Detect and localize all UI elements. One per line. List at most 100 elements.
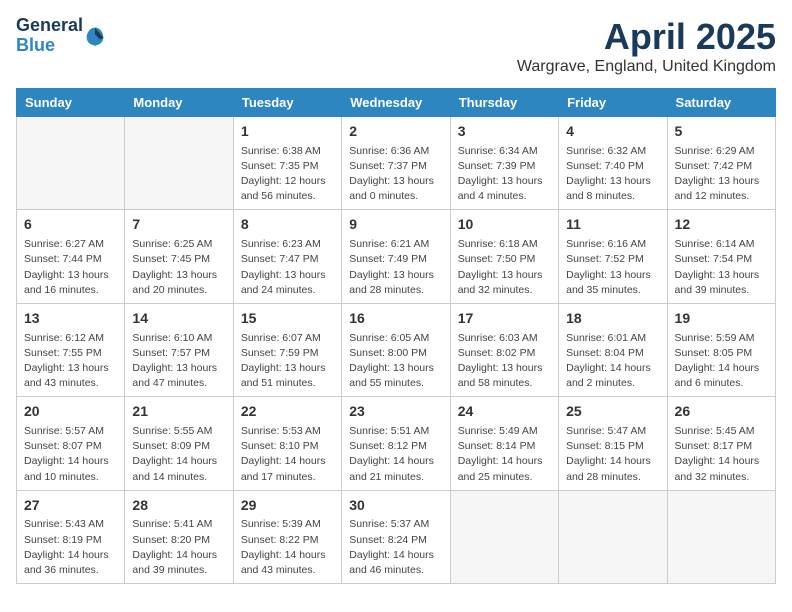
weekday-header-monday: Monday <box>125 89 233 117</box>
calendar-cell: 14Sunrise: 6:10 AMSunset: 7:57 PMDayligh… <box>125 303 233 396</box>
calendar-cell: 4Sunrise: 6:32 AMSunset: 7:40 PMDaylight… <box>559 117 667 210</box>
calendar-week-3: 13Sunrise: 6:12 AMSunset: 7:55 PMDayligh… <box>17 303 776 396</box>
day-number: 2 <box>349 122 442 142</box>
day-info: Sunrise: 6:21 AMSunset: 7:49 PMDaylight:… <box>349 237 442 298</box>
day-info: Sunrise: 6:12 AMSunset: 7:55 PMDaylight:… <box>24 331 117 392</box>
day-number: 9 <box>349 215 442 235</box>
day-info: Sunrise: 6:01 AMSunset: 8:04 PMDaylight:… <box>566 331 659 392</box>
day-info: Sunrise: 6:07 AMSunset: 7:59 PMDaylight:… <box>241 331 334 392</box>
day-number: 8 <box>241 215 334 235</box>
calendar-cell: 15Sunrise: 6:07 AMSunset: 7:59 PMDayligh… <box>233 303 341 396</box>
day-number: 20 <box>24 402 117 422</box>
day-number: 3 <box>458 122 551 142</box>
day-info: Sunrise: 5:59 AMSunset: 8:05 PMDaylight:… <box>675 331 768 392</box>
day-info: Sunrise: 5:45 AMSunset: 8:17 PMDaylight:… <box>675 424 768 485</box>
day-info: Sunrise: 6:25 AMSunset: 7:45 PMDaylight:… <box>132 237 225 298</box>
day-number: 25 <box>566 402 659 422</box>
calendar-cell: 22Sunrise: 5:53 AMSunset: 8:10 PMDayligh… <box>233 397 341 490</box>
calendar-cell <box>667 490 775 583</box>
calendar-cell: 8Sunrise: 6:23 AMSunset: 7:47 PMDaylight… <box>233 210 341 303</box>
calendar-cell: 7Sunrise: 6:25 AMSunset: 7:45 PMDaylight… <box>125 210 233 303</box>
day-number: 13 <box>24 309 117 329</box>
calendar-cell: 21Sunrise: 5:55 AMSunset: 8:09 PMDayligh… <box>125 397 233 490</box>
weekday-header-row: SundayMondayTuesdayWednesdayThursdayFrid… <box>17 89 776 117</box>
calendar-cell: 20Sunrise: 5:57 AMSunset: 8:07 PMDayligh… <box>17 397 125 490</box>
day-number: 19 <box>675 309 768 329</box>
day-number: 1 <box>241 122 334 142</box>
day-info: Sunrise: 6:27 AMSunset: 7:44 PMDaylight:… <box>24 237 117 298</box>
day-info: Sunrise: 6:05 AMSunset: 8:00 PMDaylight:… <box>349 331 442 392</box>
day-info: Sunrise: 5:49 AMSunset: 8:14 PMDaylight:… <box>458 424 551 485</box>
day-info: Sunrise: 6:14 AMSunset: 7:54 PMDaylight:… <box>675 237 768 298</box>
day-info: Sunrise: 6:29 AMSunset: 7:42 PMDaylight:… <box>675 144 768 205</box>
calendar-week-4: 20Sunrise: 5:57 AMSunset: 8:07 PMDayligh… <box>17 397 776 490</box>
day-info: Sunrise: 5:55 AMSunset: 8:09 PMDaylight:… <box>132 424 225 485</box>
day-number: 26 <box>675 402 768 422</box>
calendar-cell: 17Sunrise: 6:03 AMSunset: 8:02 PMDayligh… <box>450 303 558 396</box>
day-info: Sunrise: 6:38 AMSunset: 7:35 PMDaylight:… <box>241 144 334 205</box>
day-number: 17 <box>458 309 551 329</box>
day-info: Sunrise: 5:57 AMSunset: 8:07 PMDaylight:… <box>24 424 117 485</box>
day-number: 28 <box>132 496 225 516</box>
day-number: 27 <box>24 496 117 516</box>
day-info: Sunrise: 6:34 AMSunset: 7:39 PMDaylight:… <box>458 144 551 205</box>
day-info: Sunrise: 6:10 AMSunset: 7:57 PMDaylight:… <box>132 331 225 392</box>
logo: General Blue <box>16 16 105 56</box>
day-number: 23 <box>349 402 442 422</box>
weekday-header-thursday: Thursday <box>450 89 558 117</box>
weekday-header-tuesday: Tuesday <box>233 89 341 117</box>
day-number: 24 <box>458 402 551 422</box>
calendar-cell: 19Sunrise: 5:59 AMSunset: 8:05 PMDayligh… <box>667 303 775 396</box>
day-info: Sunrise: 5:43 AMSunset: 8:19 PMDaylight:… <box>24 517 117 578</box>
day-number: 10 <box>458 215 551 235</box>
day-info: Sunrise: 5:41 AMSunset: 8:20 PMDaylight:… <box>132 517 225 578</box>
day-number: 15 <box>241 309 334 329</box>
calendar-cell: 29Sunrise: 5:39 AMSunset: 8:22 PMDayligh… <box>233 490 341 583</box>
weekday-header-saturday: Saturday <box>667 89 775 117</box>
calendar-cell: 25Sunrise: 5:47 AMSunset: 8:15 PMDayligh… <box>559 397 667 490</box>
calendar-cell: 27Sunrise: 5:43 AMSunset: 8:19 PMDayligh… <box>17 490 125 583</box>
day-number: 14 <box>132 309 225 329</box>
calendar-cell: 1Sunrise: 6:38 AMSunset: 7:35 PMDaylight… <box>233 117 341 210</box>
calendar-cell <box>17 117 125 210</box>
month-title: April 2025 <box>517 16 776 58</box>
calendar-week-5: 27Sunrise: 5:43 AMSunset: 8:19 PMDayligh… <box>17 490 776 583</box>
calendar-cell: 13Sunrise: 6:12 AMSunset: 7:55 PMDayligh… <box>17 303 125 396</box>
day-number: 30 <box>349 496 442 516</box>
calendar-cell: 12Sunrise: 6:14 AMSunset: 7:54 PMDayligh… <box>667 210 775 303</box>
logo-general: General <box>16 16 83 36</box>
day-info: Sunrise: 5:37 AMSunset: 8:24 PMDaylight:… <box>349 517 442 578</box>
weekday-header-wednesday: Wednesday <box>342 89 450 117</box>
calendar-cell: 28Sunrise: 5:41 AMSunset: 8:20 PMDayligh… <box>125 490 233 583</box>
calendar-cell: 23Sunrise: 5:51 AMSunset: 8:12 PMDayligh… <box>342 397 450 490</box>
calendar-cell: 16Sunrise: 6:05 AMSunset: 8:00 PMDayligh… <box>342 303 450 396</box>
weekday-header-friday: Friday <box>559 89 667 117</box>
calendar-cell: 24Sunrise: 5:49 AMSunset: 8:14 PMDayligh… <box>450 397 558 490</box>
calendar-cell: 3Sunrise: 6:34 AMSunset: 7:39 PMDaylight… <box>450 117 558 210</box>
title-area: April 2025 Wargrave, England, United Kin… <box>517 16 776 76</box>
calendar-cell: 2Sunrise: 6:36 AMSunset: 7:37 PMDaylight… <box>342 117 450 210</box>
day-info: Sunrise: 6:23 AMSunset: 7:47 PMDaylight:… <box>241 237 334 298</box>
day-number: 5 <box>675 122 768 142</box>
day-info: Sunrise: 5:51 AMSunset: 8:12 PMDaylight:… <box>349 424 442 485</box>
day-info: Sunrise: 6:18 AMSunset: 7:50 PMDaylight:… <box>458 237 551 298</box>
day-number: 21 <box>132 402 225 422</box>
day-info: Sunrise: 6:36 AMSunset: 7:37 PMDaylight:… <box>349 144 442 205</box>
day-info: Sunrise: 5:39 AMSunset: 8:22 PMDaylight:… <box>241 517 334 578</box>
day-number: 29 <box>241 496 334 516</box>
day-info: Sunrise: 5:47 AMSunset: 8:15 PMDaylight:… <box>566 424 659 485</box>
logo-icon <box>85 26 105 46</box>
weekday-header-sunday: Sunday <box>17 89 125 117</box>
calendar-cell: 5Sunrise: 6:29 AMSunset: 7:42 PMDaylight… <box>667 117 775 210</box>
calendar-cell: 11Sunrise: 6:16 AMSunset: 7:52 PMDayligh… <box>559 210 667 303</box>
location-title: Wargrave, England, United Kingdom <box>517 58 776 76</box>
calendar-cell: 10Sunrise: 6:18 AMSunset: 7:50 PMDayligh… <box>450 210 558 303</box>
calendar-week-1: 1Sunrise: 6:38 AMSunset: 7:35 PMDaylight… <box>17 117 776 210</box>
day-number: 7 <box>132 215 225 235</box>
calendar-week-2: 6Sunrise: 6:27 AMSunset: 7:44 PMDaylight… <box>17 210 776 303</box>
day-number: 12 <box>675 215 768 235</box>
day-number: 4 <box>566 122 659 142</box>
logo-blue: Blue <box>16 36 83 56</box>
day-number: 11 <box>566 215 659 235</box>
calendar-cell: 6Sunrise: 6:27 AMSunset: 7:44 PMDaylight… <box>17 210 125 303</box>
